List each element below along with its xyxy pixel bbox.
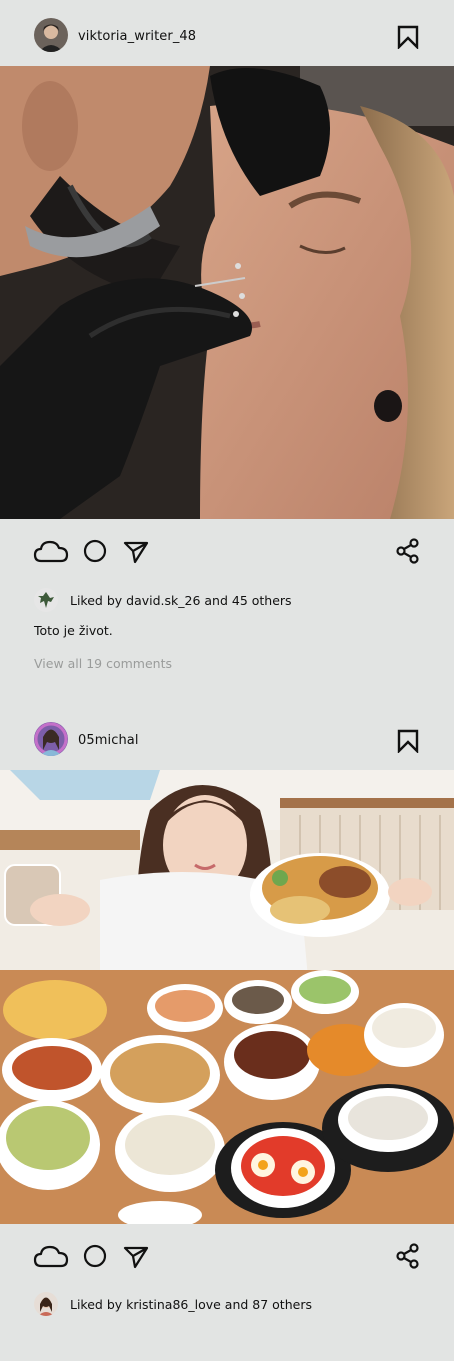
user-avatar[interactable] bbox=[34, 18, 68, 52]
cloud-icon[interactable] bbox=[33, 1243, 69, 1273]
post-header: 05michal bbox=[0, 705, 454, 771]
cloud-icon[interactable] bbox=[33, 538, 69, 568]
bookmark-icon[interactable] bbox=[397, 25, 419, 50]
liker-avatar[interactable] bbox=[34, 588, 58, 612]
post-photo[interactable] bbox=[0, 66, 454, 519]
view-comments-link[interactable]: View all 19 comments bbox=[34, 656, 172, 671]
caption: Toto je život. bbox=[34, 623, 113, 638]
likes-text[interactable]: Liked by kristina86_love and 87 others bbox=[70, 1297, 312, 1312]
username[interactable]: viktoria_writer_48 bbox=[78, 29, 196, 44]
likes-text[interactable]: Liked by david.sk_26 and 45 others bbox=[70, 593, 292, 608]
liker-avatar[interactable] bbox=[34, 1292, 58, 1316]
share-icon[interactable] bbox=[396, 538, 420, 568]
post-2: 05michal Liked by kristina86_love and 87… bbox=[0, 705, 454, 1361]
bookmark-icon[interactable] bbox=[397, 729, 419, 754]
send-icon[interactable] bbox=[123, 540, 149, 568]
post-photo[interactable] bbox=[0, 770, 454, 1224]
send-icon[interactable] bbox=[123, 1245, 149, 1273]
post-header: viktoria_writer_48 bbox=[0, 0, 454, 66]
circle-icon[interactable] bbox=[83, 1244, 107, 1272]
share-icon[interactable] bbox=[396, 1243, 420, 1273]
post-1: viktoria_writer_48 Liked by david.sk_26 … bbox=[0, 0, 454, 700]
circle-icon[interactable] bbox=[83, 539, 107, 567]
likes-row: Liked by david.sk_26 and 45 others bbox=[0, 586, 454, 614]
user-avatar[interactable] bbox=[34, 722, 68, 756]
username[interactable]: 05michal bbox=[78, 733, 139, 748]
action-bar bbox=[0, 536, 454, 566]
likes-row: Liked by kristina86_love and 87 others bbox=[0, 1290, 454, 1318]
action-bar bbox=[0, 1241, 454, 1271]
